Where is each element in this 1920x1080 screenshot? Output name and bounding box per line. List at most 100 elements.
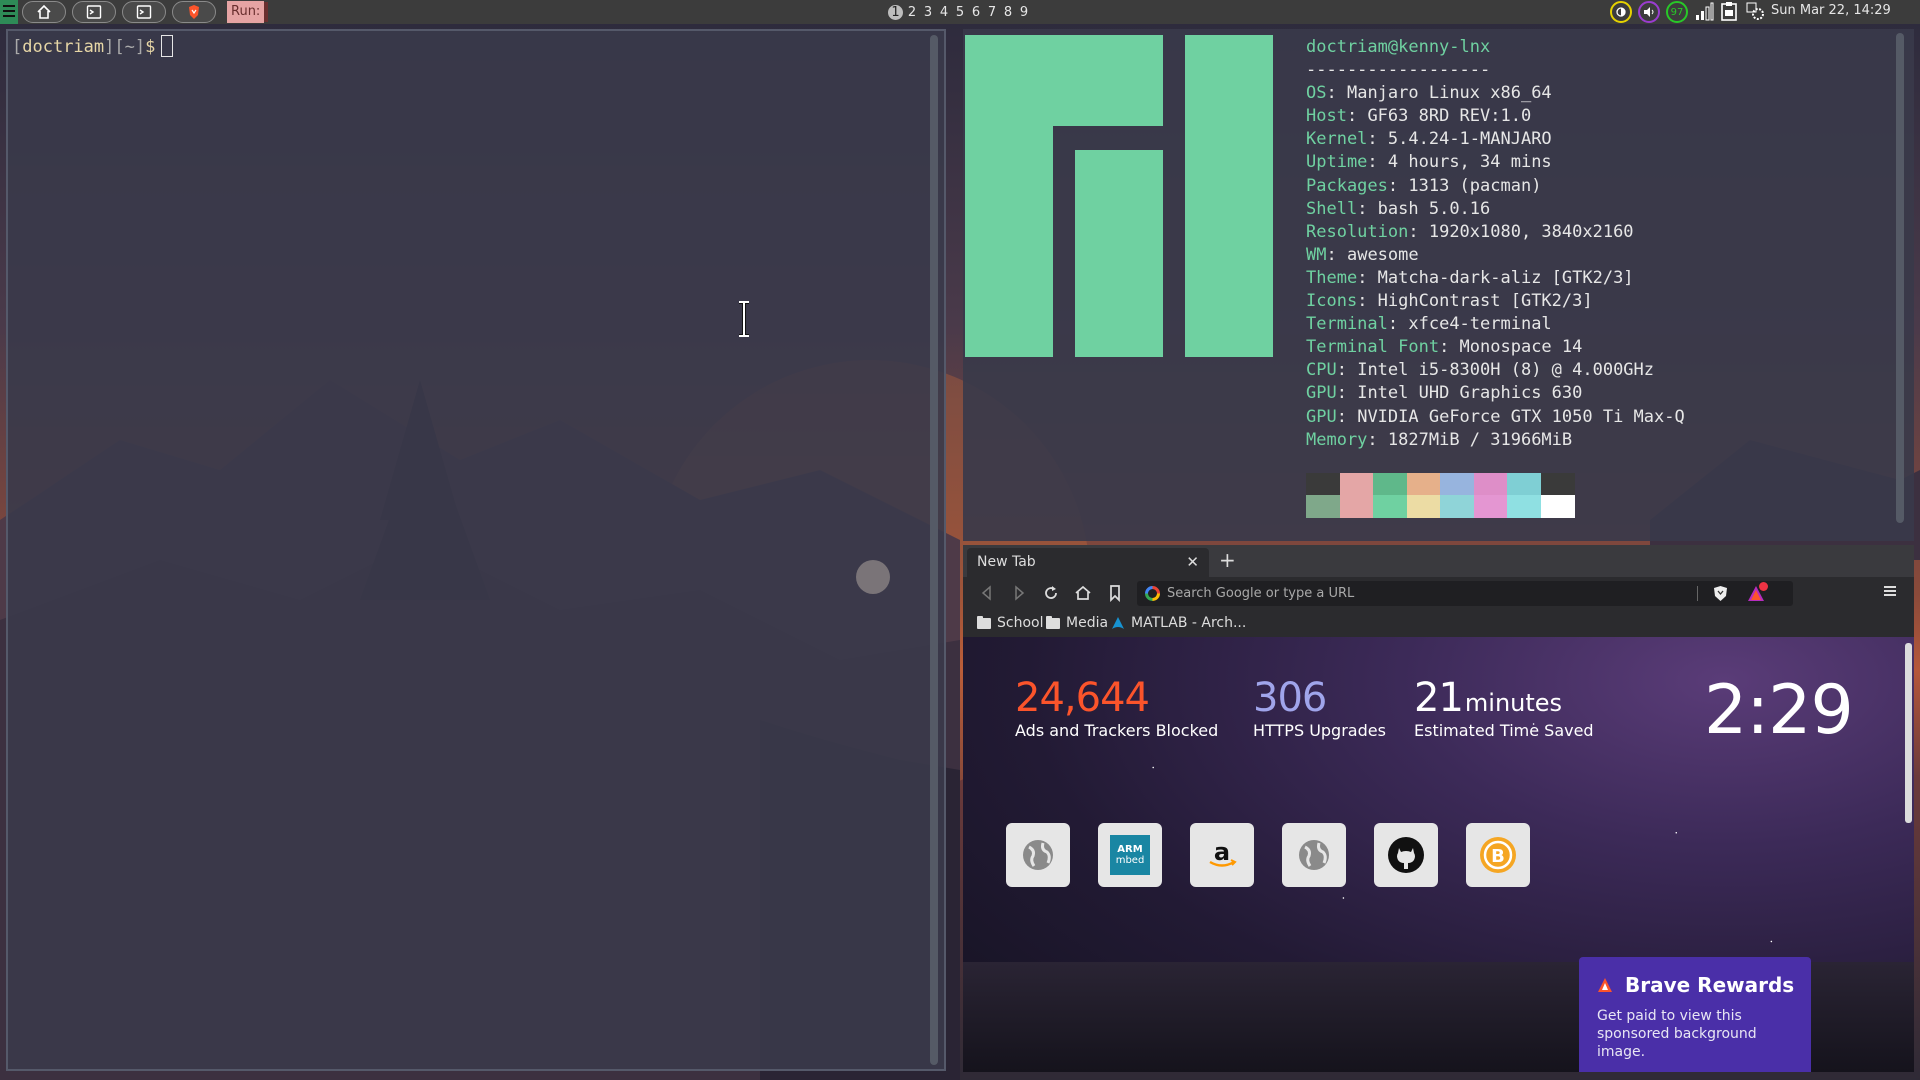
- svg-text:a: a: [1214, 838, 1230, 866]
- neofetch-field-key: GPU: [1306, 406, 1337, 427]
- home-button[interactable]: [22, 1, 66, 23]
- panel-clock[interactable]: Sun Mar 22, 14:29: [1771, 3, 1891, 18]
- wallpaper-moon: [856, 560, 890, 594]
- neofetch-field: GPU: Intel UHD Graphics 630: [1306, 383, 1583, 404]
- tag-5[interactable]: 5: [952, 5, 968, 20]
- neofetch-field: Terminal Font: Monospace 14: [1306, 337, 1583, 358]
- color-swatch: [1540, 473, 1575, 496]
- forward-icon[interactable]: [1010, 584, 1028, 602]
- bookmark-icon[interactable]: [1106, 584, 1124, 602]
- bookmark-media[interactable]: Media: [1046, 615, 1108, 631]
- neofetch-field: Shell: bash 5.0.16: [1306, 198, 1491, 219]
- prompt-dir: ~: [124, 37, 135, 57]
- tab-strip: New Tab ✕ +: [963, 545, 1914, 577]
- terminal-window-left[interactable]: [doctriam][~]$: [6, 29, 946, 1071]
- color-swatch: [1339, 473, 1374, 496]
- reload-icon[interactable]: [1042, 584, 1060, 602]
- brave-launcher-button[interactable]: [172, 1, 216, 23]
- tab-title: New Tab: [977, 554, 1036, 570]
- neofetch-field-value: 1920x1080, 3840x2160: [1428, 221, 1634, 242]
- browser-toolbar: [963, 577, 1914, 609]
- brave-shields-icon[interactable]: [1713, 585, 1728, 602]
- home-icon[interactable]: [1074, 584, 1092, 602]
- terminal-scrollbar[interactable]: [930, 35, 938, 1065]
- amazon-icon: a: [1209, 838, 1237, 867]
- bookmark-school[interactable]: School: [977, 615, 1043, 631]
- color-swatch: [1473, 495, 1508, 518]
- tag-6[interactable]: 6: [968, 5, 984, 20]
- tag-8[interactable]: 8: [1000, 5, 1016, 20]
- new-tab-button[interactable]: +: [1219, 548, 1236, 572]
- color-swatch: [1540, 495, 1575, 518]
- neofetch-field-key: Memory: [1306, 429, 1368, 450]
- neofetch-field: Kernel: 5.4.24-1-MANJARO: [1306, 129, 1552, 150]
- github-icon: [1388, 837, 1424, 873]
- neofetch-field-value: HighContrast [GTK2/3]: [1377, 291, 1593, 312]
- volume-indicator[interactable]: [1638, 1, 1660, 23]
- svg-text:B: B: [1491, 846, 1505, 867]
- arm-mbed-icon: ARM mbed: [1110, 835, 1150, 875]
- brave-rewards-card[interactable]: Brave Rewards Get paid to view this spon…: [1579, 957, 1811, 1072]
- terminal-launcher-button[interactable]: [72, 1, 116, 23]
- back-icon[interactable]: [978, 584, 996, 602]
- neofetch-field-key: Resolution: [1306, 221, 1409, 242]
- brave-rewards-icon[interactable]: [1747, 582, 1768, 602]
- time-saved-unit: minutes: [1464, 689, 1563, 717]
- top-site-tile-1[interactable]: [1006, 823, 1070, 887]
- ntp-scrollbar[interactable]: [1905, 643, 1912, 823]
- tab-new-tab[interactable]: New Tab ✕: [967, 548, 1209, 577]
- https-upgrades-label: HTTPS Upgrades: [1253, 721, 1386, 740]
- close-tab-icon[interactable]: ✕: [1186, 553, 1199, 571]
- color-swatch: [1339, 495, 1374, 518]
- neofetch-field-key: WM: [1306, 244, 1327, 265]
- https-upgrades-count: 306: [1253, 675, 1327, 721]
- top-site-tile-6[interactable]: B: [1466, 823, 1530, 887]
- app-menu-launcher[interactable]: [0, 0, 18, 24]
- prompt-user: doctriam: [22, 37, 105, 57]
- neofetch-field-value: GF63 8RD REV:1.0: [1367, 106, 1532, 127]
- top-site-tile-5[interactable]: [1374, 823, 1438, 887]
- battery-indicator[interactable]: 97: [1666, 1, 1688, 23]
- color-swatch: [1406, 473, 1441, 496]
- signal-bars-icon: [1696, 2, 1714, 21]
- ads-blocked-label: Ads and Trackers Blocked: [1015, 721, 1219, 740]
- neofetch-field-value: NVIDIA GeForce GTX 1050 Ti Max-Q: [1357, 406, 1685, 427]
- neofetch-field: Host: GF63 8RD REV:1.0: [1306, 106, 1532, 127]
- clipboard-indicator[interactable]: [1720, 1, 1738, 21]
- neofetch-field-value: Monospace 14: [1459, 337, 1583, 358]
- brave-browser-window[interactable]: New Tab ✕ + School: [963, 545, 1914, 1072]
- url-input[interactable]: [1167, 584, 1687, 603]
- address-bar[interactable]: [1137, 581, 1793, 606]
- color-swatch: [1306, 495, 1340, 518]
- terminal-launcher-button-2[interactable]: [122, 1, 166, 23]
- neofetch-field-value: 1313 (pacman): [1408, 175, 1542, 196]
- neofetch-title: doctriam@kenny-lnx: [1306, 37, 1491, 57]
- network-indicator[interactable]: [1745, 1, 1765, 21]
- text-cursor: [161, 35, 174, 57]
- tag-9[interactable]: 9: [1016, 5, 1032, 20]
- wifi-indicator[interactable]: [1694, 1, 1714, 21]
- terminal-scrollbar[interactable]: [1896, 33, 1904, 523]
- neofetch-field-key: Packages: [1306, 175, 1388, 196]
- run-prompt-input[interactable]: [264, 2, 268, 22]
- top-site-tile-2[interactable]: ARM mbed: [1098, 823, 1162, 887]
- tag-3[interactable]: 3: [920, 5, 936, 20]
- time-saved-count: 21minutes: [1414, 675, 1563, 721]
- prompt-symbol: $: [145, 37, 156, 57]
- top-site-tile-3[interactable]: a: [1190, 823, 1254, 887]
- tag-1[interactable]: 1: [888, 4, 903, 20]
- neofetch-field-key: GPU: [1306, 383, 1337, 404]
- neofetch-output: doctriam@kenny-lnx ------------------ OS: …: [1306, 36, 1685, 452]
- hamburger-menu-icon[interactable]: [1884, 586, 1896, 588]
- arch-linux-icon: [1112, 617, 1124, 629]
- tag-2[interactable]: 2: [904, 5, 920, 20]
- neofetch-fields: OS: Manjaro Linux x86_64 Host: GF63 8RD R…: [1306, 82, 1685, 452]
- neofetch-field-value: 5.4.24-1-MANJARO: [1387, 129, 1552, 150]
- brave-lion-icon: [189, 5, 199, 19]
- tag-4[interactable]: 4: [936, 5, 952, 20]
- bookmark-matlab[interactable]: MATLAB - Arch...: [1111, 615, 1246, 631]
- neofetch-field-value: 4 hours, 34 mins: [1387, 152, 1552, 173]
- brightness-indicator[interactable]: [1610, 1, 1632, 23]
- tag-7[interactable]: 7: [984, 5, 1000, 20]
- top-site-tile-4[interactable]: [1282, 823, 1346, 887]
